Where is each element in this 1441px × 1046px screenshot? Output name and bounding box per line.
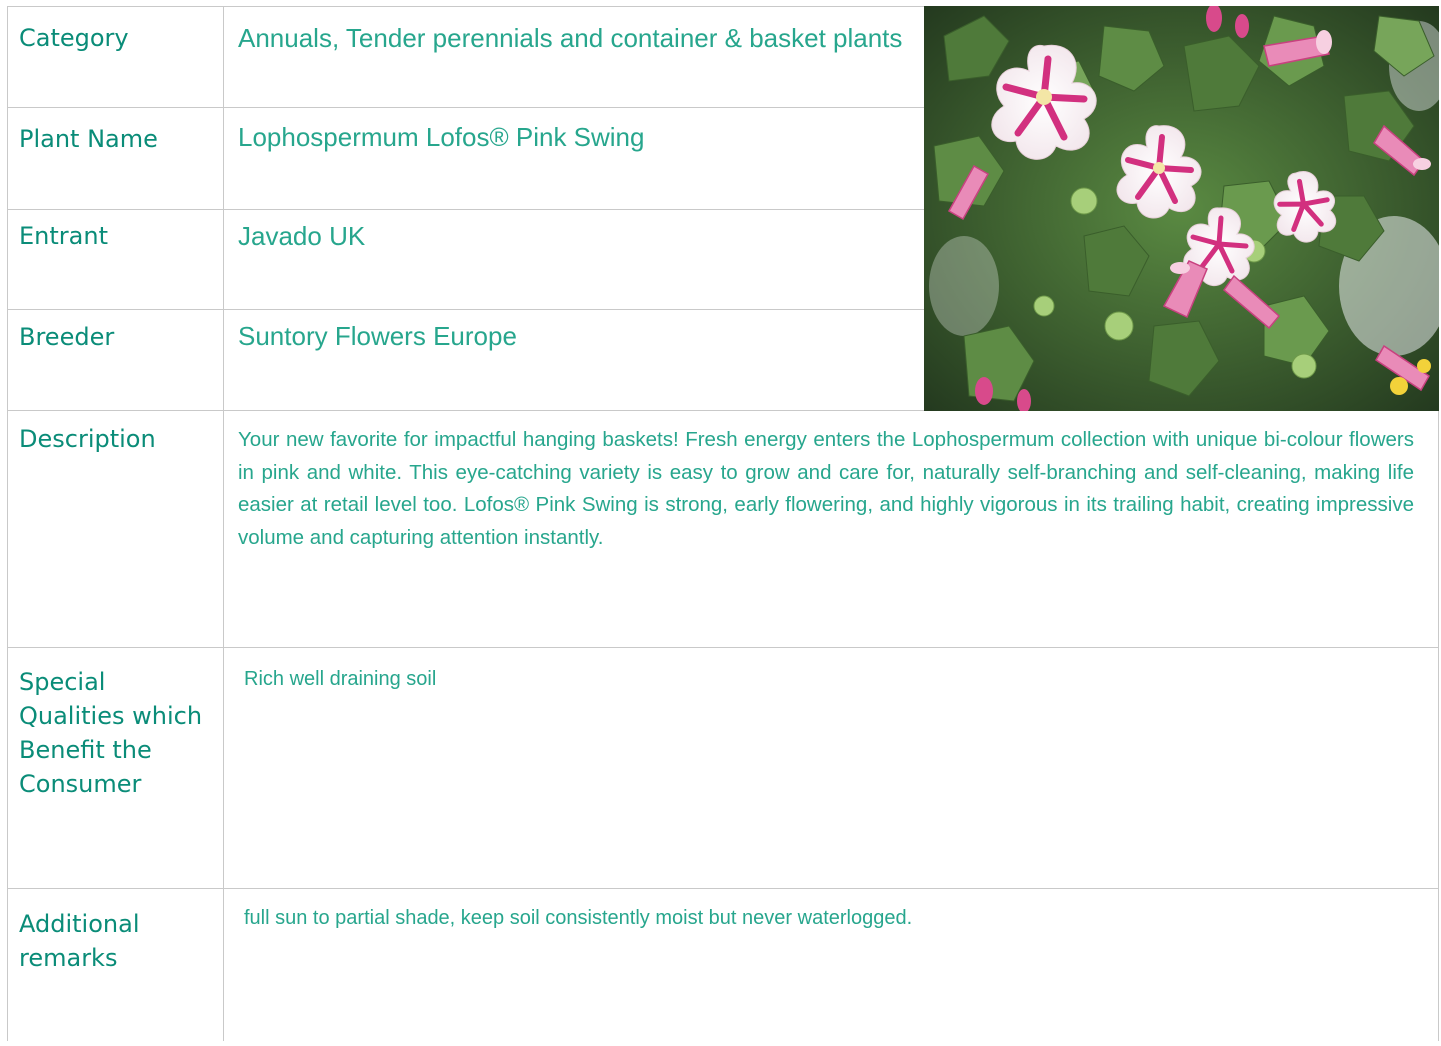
plant-name-value: Lophospermum Lofos® Pink Swing	[238, 122, 645, 152]
grid-left-border	[7, 6, 8, 1041]
breeder-value: Suntory Flowers Europe	[238, 321, 517, 351]
description-value: Your new favorite for impactful hanging …	[238, 428, 1414, 549]
plant-photo-illustration	[924, 6, 1439, 411]
special-qualities-label: Special Qualities which Benefit the Cons…	[19, 668, 203, 798]
grid-column-divider	[223, 6, 224, 1041]
grid-right-border	[1438, 410, 1439, 1041]
grid-row-divider-2	[7, 209, 924, 210]
grid-top-border	[7, 6, 924, 7]
grid-row-divider-5	[7, 647, 1439, 648]
plant-photo	[924, 6, 1439, 411]
grid-row-divider-6	[7, 888, 1439, 889]
entrant-label: Entrant	[19, 222, 108, 250]
category-value: Annuals, Tender perennials and container…	[238, 23, 903, 53]
additional-remarks-label: Additional remarks	[19, 910, 140, 972]
additional-remarks-value: full sun to partial shade, keep soil con…	[244, 907, 913, 929]
breeder-label: Breeder	[19, 323, 115, 351]
entrant-value: Javado UK	[238, 221, 366, 251]
plant-entry-sheet: Category Annuals, Tender perennials and …	[7, 6, 1439, 1046]
plant-name-label: Plant Name	[19, 125, 158, 153]
special-qualities-value: Rich well draining soil	[244, 668, 437, 690]
grid-row-divider-3	[7, 309, 924, 310]
grid-row-divider-1	[7, 107, 924, 108]
description-label: Description	[19, 425, 156, 453]
category-label: Category	[19, 24, 129, 52]
